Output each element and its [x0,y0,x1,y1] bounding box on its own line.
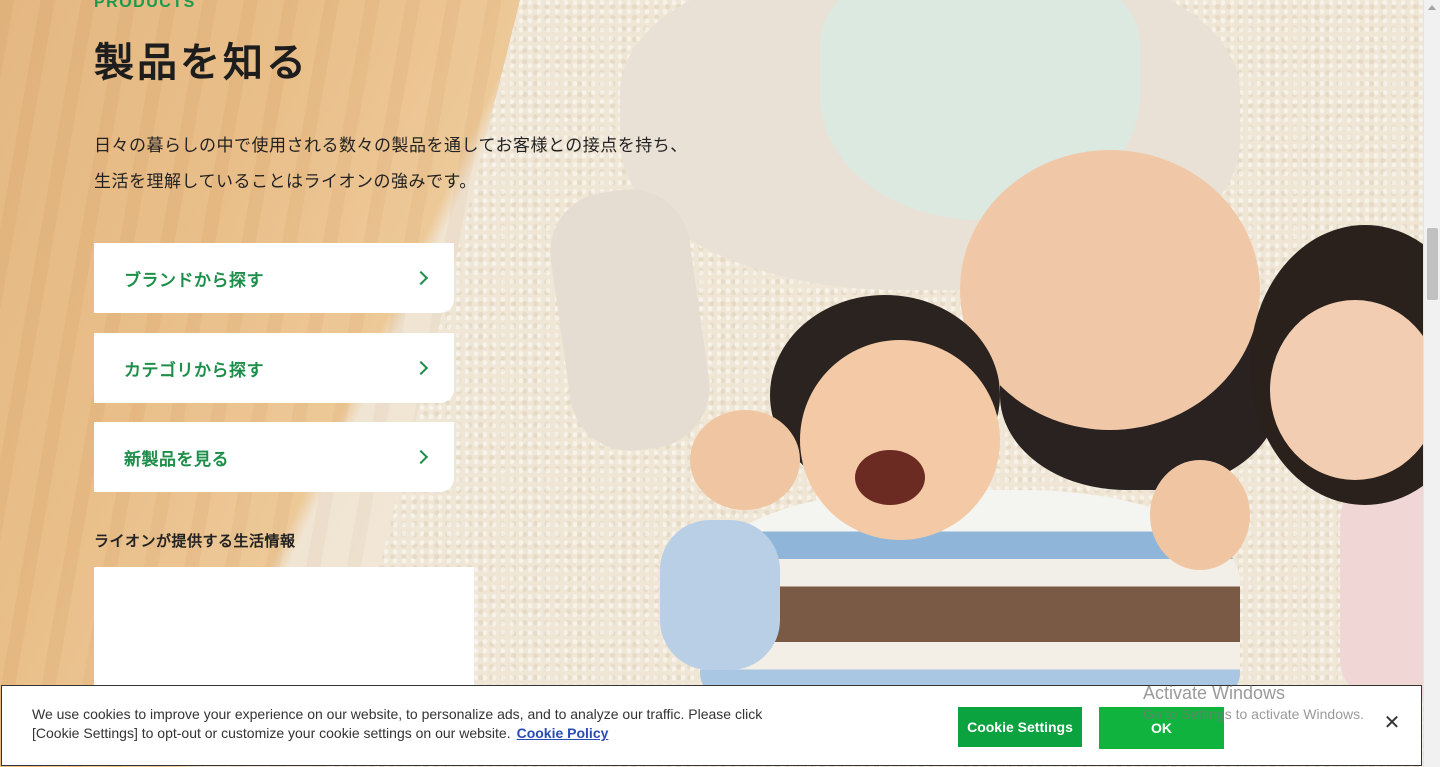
section-description: 日々の暮らしの中で使用される数々の製品を通してお客様との接点を持ち、 生活を理解… [94,128,794,200]
scroll-up-arrow-icon[interactable] [1428,5,1436,10]
cookie-settings-button[interactable]: Cookie Settings [958,707,1082,747]
child-arm [660,520,780,670]
chevron-right-icon [413,360,429,376]
child-hand [690,410,800,510]
page-title: 製品を知る [94,40,309,86]
chevron-right-icon [413,270,429,286]
description-line: 生活を理解していることはライオンの強みです。 [94,172,477,192]
chevron-right-icon [413,449,429,465]
button-label: 新製品を見る [124,449,229,470]
mother-hand [1150,460,1250,570]
cookie-message: We use cookies to improve your experienc… [32,705,792,743]
lifestyle-info-heading: ライオンが提供する生活情報 [94,532,296,550]
vertical-scrollbar[interactable] [1423,0,1440,767]
child-mouth [855,450,925,505]
cookie-ok-button[interactable]: OK [1099,707,1224,749]
description-line: 日々の暮らしの中で使用される数々の製品を通してお客様との接点を持ち、 [94,136,688,156]
cookie-message-text: We use cookies to improve your experienc… [32,706,763,741]
scrollbar-thumb[interactable] [1427,228,1438,300]
cookie-policy-link[interactable]: Cookie Policy [517,725,609,741]
new-products-button[interactable]: 新製品を見る [94,422,454,492]
section-eyebrow: PRODUCTS [94,0,196,11]
mother-shirt [1340,480,1423,700]
button-label: ブランドから探す [124,270,264,291]
cookie-banner: We use cookies to improve your experienc… [1,685,1422,766]
father-face [960,150,1260,430]
child-face [800,340,1000,540]
browse-by-brand-button[interactable]: ブランドから探す [94,243,454,313]
button-label: カテゴリから探す [124,360,264,381]
browse-by-category-button[interactable]: カテゴリから探す [94,333,454,403]
close-icon[interactable]: ✕ [1382,710,1402,734]
